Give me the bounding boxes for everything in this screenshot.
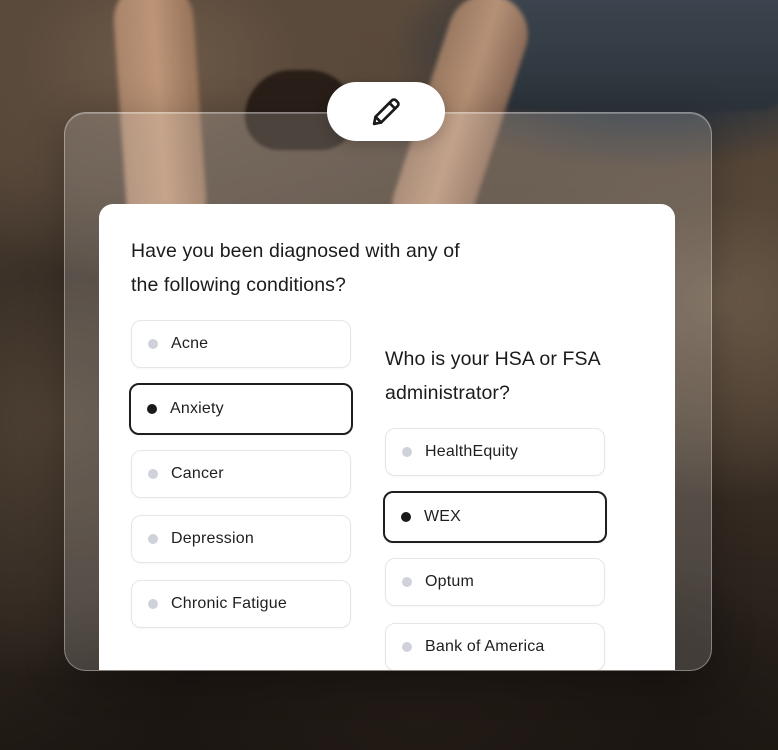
questionnaire-card: Have you been diagnosed with any of the …	[99, 204, 675, 670]
administrator-question-line1: Who is your HSA or FSA	[385, 348, 601, 370]
conditions-question: Have you been diagnosed with any of the …	[131, 234, 491, 302]
condition-option-chronic-fatigue[interactable]: Chronic Fatigue	[131, 580, 351, 628]
conditions-question-line1: Have you been diagnosed with any of	[131, 240, 460, 262]
option-label: Optum	[425, 573, 475, 590]
edit-button[interactable]	[327, 82, 445, 141]
option-label: HealthEquity	[425, 443, 519, 460]
radio-dot-icon	[148, 599, 158, 609]
radio-dot-icon	[148, 339, 158, 349]
condition-option-depression[interactable]: Depression	[131, 515, 351, 563]
option-label: Acne	[171, 335, 209, 352]
administrator-option-healthequity[interactable]: HealthEquity	[385, 428, 605, 476]
condition-option-acne[interactable]: Acne	[131, 320, 351, 368]
option-label: Depression	[171, 530, 254, 547]
option-label: WEX	[424, 508, 462, 525]
administrator-question: Who is your HSA or FSA administrator?	[385, 342, 635, 410]
administrator-option-optum[interactable]: Optum	[385, 558, 605, 606]
condition-option-cancer[interactable]: Cancer	[131, 450, 351, 498]
option-label: Bank of America	[425, 638, 545, 655]
radio-dot-icon	[402, 577, 412, 587]
condition-option-anxiety[interactable]: Anxiety	[129, 383, 353, 435]
administrator-question-line2: administrator?	[385, 382, 510, 404]
option-label: Cancer	[171, 465, 224, 482]
radio-dot-icon	[401, 512, 411, 522]
radio-dot-icon	[402, 447, 412, 457]
radio-dot-icon	[147, 404, 157, 414]
pencil-icon	[372, 97, 400, 125]
radio-dot-icon	[148, 469, 158, 479]
option-label: Chronic Fatigue	[171, 595, 287, 612]
conditions-question-line2: the following conditions?	[131, 274, 346, 296]
option-label: Anxiety	[170, 400, 224, 417]
radio-dot-icon	[148, 534, 158, 544]
administrator-option-wex[interactable]: WEX	[383, 491, 607, 543]
administrator-option-bank-of-america[interactable]: Bank of America	[385, 623, 605, 670]
radio-dot-icon	[402, 642, 412, 652]
